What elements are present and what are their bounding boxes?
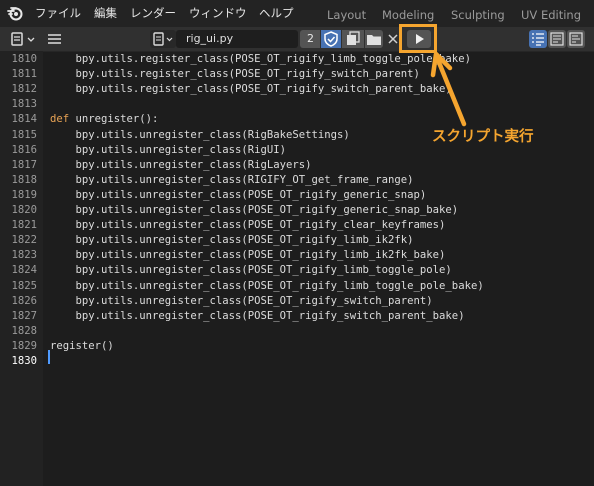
run-script-highlight-box bbox=[399, 24, 437, 53]
code-line: bpy.utils.unregister_class(POSE_OT_rigif… bbox=[50, 234, 414, 247]
line-number: 1822 bbox=[11, 234, 37, 247]
text-name-field[interactable]: rig_ui.py bbox=[176, 30, 298, 48]
line-number: 1814 bbox=[11, 113, 37, 126]
workspace-tab-modeling[interactable]: Modeling bbox=[382, 8, 434, 22]
line-number: 1817 bbox=[11, 158, 37, 171]
line-number: 1824 bbox=[11, 264, 37, 277]
code-area[interactable]: 1810 bpy.utils.register_class(POSE_OT_ri… bbox=[0, 51, 594, 486]
code-line: bpy.utils.unregister_class(POSE_OT_rigif… bbox=[50, 204, 459, 216]
code-line: bpy.utils.unregister_class(POSE_OT_rigif… bbox=[50, 188, 427, 201]
line-numbers-icon bbox=[532, 33, 544, 46]
toggle-line-numbers[interactable] bbox=[529, 30, 547, 48]
code-line: bpy.utils.register_class(POSE_OT_rigify_… bbox=[50, 83, 452, 96]
new-text-button[interactable] bbox=[342, 30, 364, 48]
editor-type-selector[interactable] bbox=[8, 30, 38, 48]
text-editor-header: rig_ui.py 2 bbox=[0, 27, 594, 52]
code-line: bpy.utils.unregister_class(POSE_OT_rigif… bbox=[50, 219, 446, 232]
text-cursor bbox=[48, 350, 50, 364]
code-line: bpy.utils.unregister_class(POSE_OT_rigif… bbox=[50, 309, 465, 322]
document-icon bbox=[153, 32, 173, 46]
code-line: bpy.utils.unregister_class(POSE_OT_rigif… bbox=[50, 264, 452, 277]
line-number: 1821 bbox=[11, 219, 37, 232]
blender-logo-icon[interactable] bbox=[7, 5, 23, 21]
word-wrap-icon bbox=[550, 32, 564, 46]
line-number: 1810 bbox=[11, 53, 37, 65]
line-number: 1827 bbox=[11, 309, 37, 322]
workspace-tab-layout[interactable]: Layout bbox=[327, 8, 366, 22]
line-number: 1815 bbox=[11, 128, 37, 141]
top-menu-bar: ファイル 編集 レンダー ウィンドウ ヘルプ Layout Modeling S… bbox=[0, 0, 594, 27]
menu-edit[interactable]: 編集 bbox=[94, 5, 117, 21]
code-line: bpy.utils.register_class(POSE_OT_rigify_… bbox=[50, 53, 471, 65]
menu-render[interactable]: レンダー bbox=[130, 5, 176, 21]
code-line: bpy.utils.unregister_class(POSE_OT_rigif… bbox=[50, 279, 484, 292]
line-number: 1829 bbox=[11, 339, 37, 352]
code-line: bpy.utils.unregister_class(RigBakeSettin… bbox=[50, 128, 350, 141]
workspace-tab-sculpting[interactable]: Sculpting bbox=[451, 8, 505, 22]
code-line: register() bbox=[50, 339, 114, 352]
open-text-button[interactable] bbox=[365, 30, 383, 48]
line-number: 1813 bbox=[11, 98, 37, 111]
code-line: bpy.utils.unregister_class(POSE_OT_rigif… bbox=[50, 294, 433, 307]
line-number: 1812 bbox=[11, 83, 37, 96]
line-number: 1818 bbox=[11, 173, 37, 186]
annotation-arrow-icon bbox=[430, 51, 467, 127]
line-number: 1826 bbox=[11, 294, 37, 307]
shield-icon bbox=[324, 31, 338, 47]
menu-help[interactable]: ヘルプ bbox=[259, 5, 294, 21]
fake-user-button[interactable] bbox=[321, 30, 341, 48]
line-number: 1819 bbox=[11, 188, 37, 201]
duplicate-icon bbox=[347, 31, 360, 45]
text-datablock-browse[interactable] bbox=[150, 30, 176, 48]
code-line: bpy.utils.unregister_class(POSE_OT_rigif… bbox=[50, 249, 446, 262]
toggle-syntax-highlight[interactable] bbox=[567, 30, 585, 48]
code-line: bpy.utils.unregister_class(RigUI) bbox=[50, 143, 287, 156]
menu-file[interactable]: ファイル bbox=[35, 5, 81, 21]
line-number: 1820 bbox=[11, 204, 37, 216]
text-editor-icon bbox=[11, 32, 35, 46]
line-number: 1828 bbox=[11, 324, 37, 337]
hamburger-icon bbox=[48, 34, 61, 44]
toggle-word-wrap[interactable] bbox=[548, 30, 566, 48]
users-count[interactable]: 2 bbox=[300, 30, 320, 48]
line-number: 1823 bbox=[11, 249, 37, 262]
line-number: 1825 bbox=[11, 279, 37, 292]
code-line: bpy.utils.unregister_class(RigLayers) bbox=[50, 158, 312, 171]
line-number: 1811 bbox=[11, 68, 37, 81]
annotation-label: スクリプト実行 bbox=[432, 129, 534, 145]
file-name: rig_ui.py bbox=[186, 32, 234, 45]
code-line: def unregister(): bbox=[50, 113, 159, 126]
keyword-def: def bbox=[50, 113, 70, 126]
folder-icon bbox=[367, 35, 381, 45]
syntax-highlight-icon bbox=[569, 32, 583, 46]
workspace-tab-uv-editing[interactable]: UV Editing bbox=[521, 8, 581, 22]
line-number: 1830 bbox=[11, 355, 37, 367]
code-line: bpy.utils.register_class(POSE_OT_rigify_… bbox=[50, 68, 420, 81]
code-line: bpy.utils.unregister_class(RIGIFY_OT_get… bbox=[50, 173, 414, 186]
menu-button[interactable] bbox=[46, 30, 64, 48]
menu-window[interactable]: ウィンドウ bbox=[189, 5, 247, 21]
line-number: 1816 bbox=[11, 143, 37, 156]
